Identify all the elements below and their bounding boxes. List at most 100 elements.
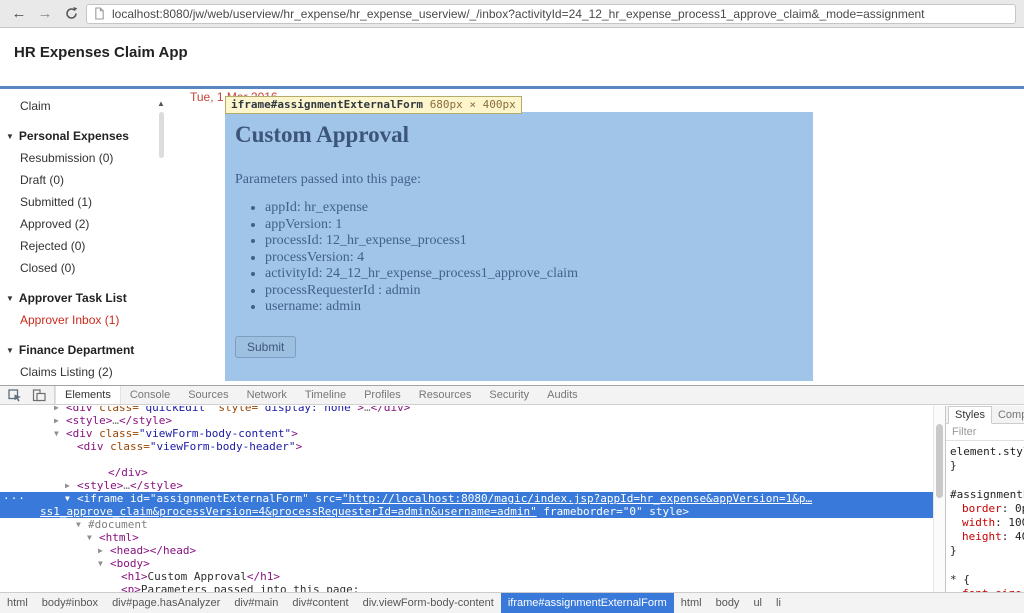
- dom-tree-node[interactable]: [0, 453, 933, 466]
- breadcrumb-div-content[interactable]: div#content: [285, 593, 355, 613]
- devtools-tab-elements[interactable]: Elements: [55, 386, 121, 404]
- submit-button[interactable]: Submit: [235, 336, 296, 358]
- styles-tab-styles[interactable]: Styles: [948, 406, 992, 424]
- devtools-tab-console[interactable]: Console: [121, 386, 179, 404]
- sidebar-item-resubmission-0[interactable]: Resubmission (0): [0, 147, 170, 169]
- sidebar-item-approver-inbox-1[interactable]: Approver Inbox (1): [0, 309, 170, 331]
- dom-tree-node[interactable]: ▶<div class="quickEdit" style="display: …: [0, 406, 933, 414]
- breadcrumb-body-inbox[interactable]: body#inbox: [35, 593, 105, 613]
- dom-tree-node[interactable]: ···▼<iframe id="assignmentExternalForm" …: [0, 492, 933, 505]
- browser-toolbar: ← → localhost:8080/jw/web/userview/hr_ex…: [0, 0, 1024, 28]
- styles-filter-input[interactable]: Filter: [946, 424, 1024, 441]
- sidebar-section-label: Approver Task List: [19, 291, 127, 305]
- code-token: </head>: [150, 544, 196, 557]
- dom-tree-node[interactable]: ss1_approve_claim&processVersion=4&proce…: [0, 505, 933, 518]
- tree-collapsed-icon[interactable]: ▶: [54, 406, 66, 414]
- property-value: : 0px;: [1002, 502, 1024, 515]
- elements-tree-scrollbar-thumb[interactable]: [936, 424, 943, 498]
- scroll-up-icon[interactable]: ▲: [155, 99, 167, 108]
- tree-expanded-icon[interactable]: ▼: [54, 427, 66, 440]
- dom-tree-node[interactable]: <h1>Custom Approval</h1>: [0, 570, 933, 583]
- page-content: Claim ▼Personal ExpensesResubmission (0)…: [0, 89, 1024, 385]
- style-rule[interactable]: #assignmentExternalForm {border: 0px;wid…: [950, 488, 1024, 558]
- code-token: >: [291, 427, 298, 440]
- device-toolbar-button[interactable]: [29, 387, 49, 403]
- breadcrumb-html[interactable]: html: [674, 593, 709, 613]
- styles-tab-computed[interactable]: Computed: [992, 406, 1024, 423]
- dom-tree-node[interactable]: ▼<html>: [0, 531, 933, 544]
- elements-tree-scrollbar[interactable]: [933, 406, 945, 593]
- devtools-tab-sources[interactable]: Sources: [179, 386, 237, 404]
- code-token: class=: [93, 427, 139, 440]
- code-token: <head>: [110, 544, 150, 557]
- tree-expanded-icon[interactable]: ▼: [76, 518, 88, 531]
- breadcrumb-body[interactable]: body: [709, 593, 747, 613]
- sidebar-item-closed-0[interactable]: Closed (0): [0, 257, 170, 279]
- sidebar-item-claims-listing-2[interactable]: Claims Listing (2): [0, 361, 170, 383]
- tree-collapsed-icon[interactable]: ▶: [54, 414, 66, 427]
- param-item: appId: hr_expense: [265, 200, 803, 217]
- dom-tree-node[interactable]: ▶<style>…</style>: [0, 414, 933, 427]
- devtools-tab-network[interactable]: Network: [238, 386, 296, 404]
- sidebar-item-submitted-1[interactable]: Submitted (1): [0, 191, 170, 213]
- breadcrumb-ul[interactable]: ul: [746, 593, 769, 613]
- url-text: localhost:8080/jw/web/userview/hr_expens…: [112, 7, 925, 21]
- code-token: "http://localhost:8080/magic/index.jsp?a…: [342, 492, 812, 505]
- inspect-tooltip: iframe#assignmentExternalForm 680px × 40…: [225, 96, 522, 114]
- dom-tree-node[interactable]: </div>: [0, 466, 933, 479]
- breadcrumb-li[interactable]: li: [769, 593, 788, 613]
- sidebar-item-rejected-0[interactable]: Rejected (0): [0, 235, 170, 257]
- param-list: appId: hr_expenseappVersion: 1processId:…: [265, 200, 803, 316]
- breadcrumb-div-main[interactable]: div#main: [227, 593, 285, 613]
- breadcrumb-div-page-hasanalyzer[interactable]: div#page.hasAnalyzer: [105, 593, 227, 613]
- dom-tree-node[interactable]: <div class="viewForm-body-header">: [0, 440, 933, 453]
- sidebar-item-claim[interactable]: Claim: [0, 95, 170, 117]
- devtools-tab-security[interactable]: Security: [480, 386, 538, 404]
- code-token: ss1_approve_claim&processVersion=4&proce…: [40, 505, 537, 518]
- sidebar-item-approved-2[interactable]: Approved (2): [0, 213, 170, 235]
- tree-collapsed-icon[interactable]: ▶: [98, 544, 110, 557]
- code-token: <body>: [110, 557, 150, 570]
- code-token: #document: [88, 518, 148, 531]
- sidebar-scrollbar[interactable]: ▲: [155, 99, 167, 379]
- style-rule[interactable]: element.style {}: [950, 445, 1024, 473]
- sidebar-item-draft-0[interactable]: Draft (0): [0, 169, 170, 191]
- form-heading: Custom Approval: [235, 122, 803, 148]
- devtools-tab-resources[interactable]: Resources: [410, 386, 481, 404]
- tree-collapsed-icon[interactable]: ▶: [65, 479, 77, 492]
- style-rule[interactable]: * {font-size:: [950, 573, 1024, 593]
- tree-expanded-icon[interactable]: ▼: [98, 557, 110, 570]
- devtools-tab-profiles[interactable]: Profiles: [355, 386, 410, 404]
- sidebar-section-personal-expenses[interactable]: ▼Personal Expenses: [0, 124, 170, 147]
- devtools-tab-timeline[interactable]: Timeline: [296, 386, 355, 404]
- dom-tree-node[interactable]: ▶<style>…</style>: [0, 479, 933, 492]
- style-property[interactable]: width: 100%;: [950, 516, 1024, 530]
- devtools-tab-audits[interactable]: Audits: [538, 386, 587, 404]
- breadcrumb-html[interactable]: html: [0, 593, 35, 613]
- tree-expanded-icon[interactable]: ▼: [65, 492, 77, 505]
- back-button[interactable]: ←: [8, 3, 30, 25]
- breadcrumb-div-viewform-body-content[interactable]: div.viewForm-body-content: [356, 593, 501, 613]
- sidebar-section-approver-task-list[interactable]: ▼Approver Task List: [0, 286, 170, 309]
- devtools-breadcrumbs: htmlbody#inboxdiv#page.hasAnalyzerdiv#ma…: [0, 592, 1024, 613]
- dom-tree-node[interactable]: ▶<head></head>: [0, 544, 933, 557]
- sidebar-scrollbar-thumb[interactable]: [159, 112, 164, 158]
- styles-sidebar-tabs: StylesComputed: [946, 406, 1024, 424]
- tree-expanded-icon[interactable]: ▼: [87, 531, 99, 544]
- code-token: <div: [77, 440, 104, 453]
- styles-sidebar: StylesComputed Filter element.style {} #a…: [945, 406, 1024, 593]
- inspect-element-button[interactable]: [5, 387, 25, 403]
- reload-button[interactable]: [60, 3, 82, 25]
- address-bar[interactable]: localhost:8080/jw/web/userview/hr_expens…: [86, 4, 1016, 24]
- dom-tree-node[interactable]: ▼<body>: [0, 557, 933, 570]
- sidebar-section-finance-department[interactable]: ▼Finance Department: [0, 338, 170, 361]
- dom-tree-node[interactable]: ▼#document: [0, 518, 933, 531]
- code-token: …: [112, 414, 119, 427]
- param-item: appVersion: 1: [265, 217, 803, 234]
- forward-button[interactable]: →: [34, 3, 56, 25]
- chevron-down-icon: ▼: [6, 132, 14, 141]
- dom-tree-node[interactable]: ▼<div class="viewForm-body-content">: [0, 427, 933, 440]
- breadcrumb-iframe-assignmentexternalform[interactable]: iframe#assignmentExternalForm: [501, 593, 674, 613]
- style-property[interactable]: border: 0px;: [950, 502, 1024, 516]
- style-property[interactable]: height: 400px;: [950, 530, 1024, 544]
